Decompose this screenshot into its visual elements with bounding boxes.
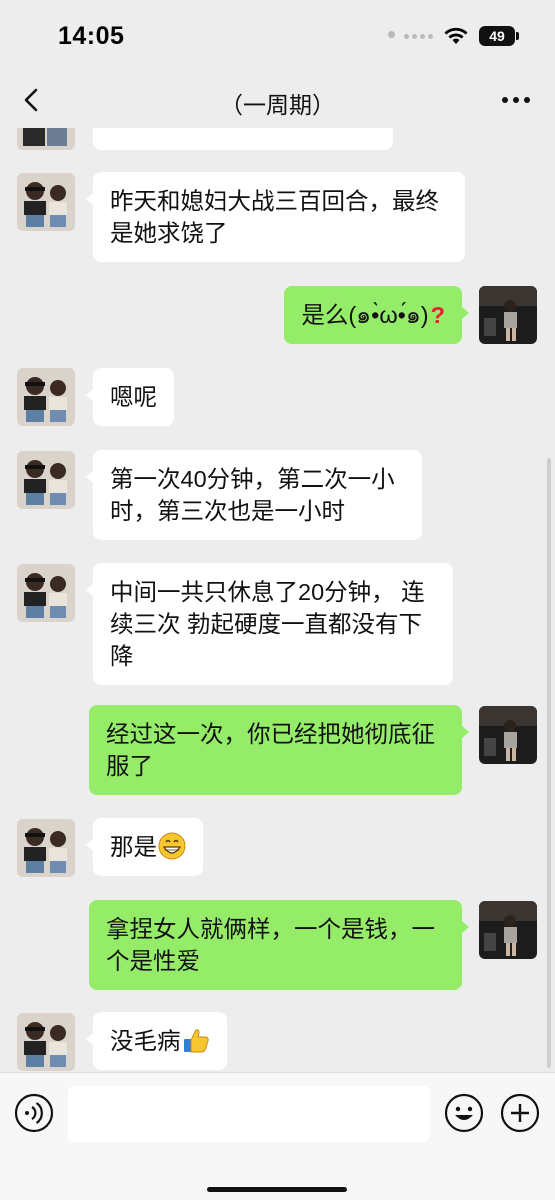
chat-header: （一周期） [0, 72, 555, 128]
more-dots-icon[interactable] [499, 89, 533, 111]
message-bubble-incoming: 没毛病 [86, 1012, 227, 1070]
contact-avatar[interactable] [17, 128, 75, 150]
chat-scrollbar[interactable] [547, 458, 551, 1068]
wifi-icon [444, 27, 468, 44]
message-bubble-outgoing: 拿捏女人就俩样，一个是钱，一个是性爱 [89, 900, 469, 990]
chat-message-list[interactable]: 昨天和媳妇大战三百回合，最终是她求饶了 是么(๑•̀ω•́๑)? 嗯呢 第一次4… [0, 128, 555, 1072]
status-icons: 49 [404, 26, 519, 46]
contact-avatar[interactable] [17, 451, 75, 509]
message-input[interactable] [68, 1086, 430, 1142]
message-bubble-incoming: 那是 [86, 818, 203, 876]
contact-avatar[interactable] [17, 564, 75, 622]
red-question-mark-icon: ? [430, 302, 445, 328]
my-avatar[interactable] [479, 286, 537, 344]
input-bar [0, 1072, 555, 1200]
plus-icon[interactable] [500, 1093, 540, 1133]
contact-avatar[interactable] [17, 368, 75, 426]
message-bubble-incoming: 昨天和媳妇大战三百回合，最终是她求饶了 [86, 172, 465, 262]
message-bubble-incoming: 嗯呢 [86, 368, 174, 426]
signal-icon [404, 33, 433, 39]
my-avatar[interactable] [479, 901, 537, 959]
chat-title: （一周期） [220, 92, 335, 118]
message-text: 没毛病 [110, 1028, 181, 1054]
contact-avatar[interactable] [17, 173, 75, 231]
message-bubble-partial [86, 128, 393, 150]
status-time: 14:05 [58, 22, 125, 50]
emoji-icon[interactable] [444, 1093, 484, 1133]
voice-icon[interactable] [14, 1093, 54, 1133]
message-bubble-outgoing: 经过这一次，你已经把她彻底征服了 [89, 705, 469, 795]
message-text: 那是 [110, 834, 157, 860]
message-bubble-incoming: 中间一共只休息了20分钟， 连续三次 勃起硬度一直都没有下降 [86, 563, 453, 685]
camera-indicator-icon [388, 31, 395, 38]
thumbs-up-emoji-icon [183, 1029, 209, 1053]
contact-avatar[interactable] [17, 819, 75, 877]
my-avatar[interactable] [479, 706, 537, 764]
message-text: 是么(๑•̀ω•́๑) [301, 302, 429, 328]
message-bubble-outgoing: 是么(๑•̀ω•́๑)? [284, 286, 469, 344]
home-indicator [207, 1187, 347, 1192]
contact-avatar[interactable] [17, 1013, 75, 1071]
message-bubble-incoming: 第一次40分钟，第二次一小时，第三次也是一小时 [86, 450, 422, 540]
battery-indicator: 49 [479, 26, 519, 46]
grinning-emoji-icon [158, 832, 186, 860]
status-bar: 14:05 49 [0, 0, 555, 70]
